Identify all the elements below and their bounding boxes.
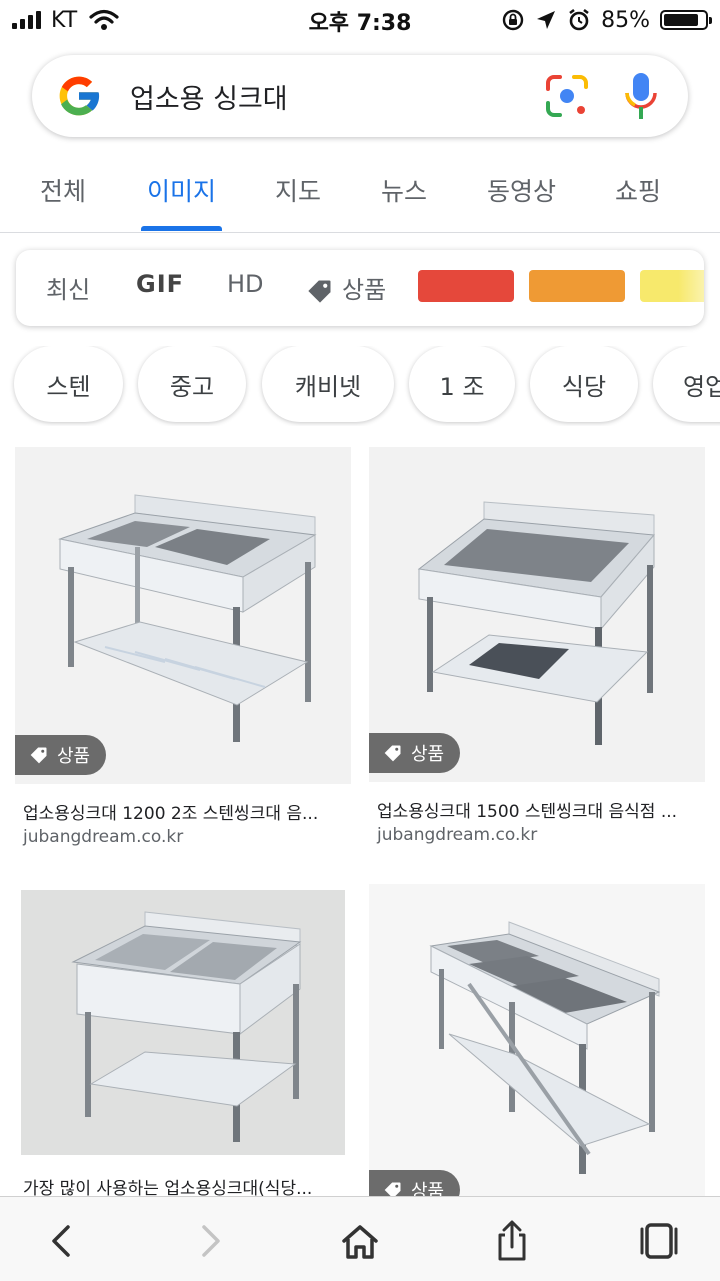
browser-toolbar [0, 1196, 720, 1281]
status-bar: KT 오후 7:38 85% [0, 0, 720, 40]
result-source[interactable]: jubangdream.co.kr [377, 825, 537, 845]
tab-all[interactable]: 전체 [40, 172, 86, 208]
google-logo-icon[interactable] [54, 71, 104, 121]
filter-hd[interactable]: HD [227, 270, 264, 298]
triple-sink-image [369, 884, 705, 1196]
active-tab-indicator [141, 226, 222, 231]
alarm-icon [569, 8, 589, 31]
search-tabs: 전체 이미지 지도 뉴스 동영상 쇼핑 [0, 150, 720, 233]
battery-percent: 85% [601, 7, 650, 33]
filter-product-label: 상품 [342, 276, 387, 304]
product-badge: 상품 [369, 733, 461, 773]
filter-recent[interactable]: 최신 [46, 270, 90, 305]
search-query-input[interactable]: 업소용 싱크대 [130, 77, 288, 116]
home-icon[interactable] [338, 1219, 382, 1263]
image-filter-bar: 최신 GIF HD 상품 [16, 250, 704, 326]
tag-icon [30, 747, 47, 764]
tag-icon [308, 280, 331, 303]
location-icon [537, 11, 556, 29]
chip-used[interactable]: 중고 [138, 346, 246, 422]
filter-product[interactable]: 상품 [306, 270, 386, 305]
image-result-card[interactable]: 상품 업소용싱크대 1500 스텐씽크대 음식점 ... jubangdream… [369, 447, 705, 857]
cabinet-sink-image [15, 884, 351, 1161]
orientation-lock-icon [502, 9, 524, 31]
share-icon[interactable] [490, 1219, 534, 1263]
image-result-card[interactable]: 상품 [369, 884, 705, 1210]
tab-images[interactable]: 이미지 [147, 172, 216, 208]
image-result-card[interactable]: 상품 업소용싱크대 1200 2조 스텐씽크대 음... jubangdream… [15, 447, 351, 857]
suggestion-chips: 스텐 중고 캐비넷 1 조 식당 영업 [0, 346, 720, 426]
product-badge: 상품 [15, 735, 107, 775]
chip-business[interactable]: 영업 [653, 346, 720, 422]
result-image[interactable] [15, 447, 351, 784]
result-title[interactable]: 업소용싱크대 1500 스텐씽크대 음식점 ... [377, 797, 697, 822]
tab-shopping[interactable]: 쇼핑 [615, 172, 661, 208]
chip-stainless[interactable]: 스텐 [14, 346, 123, 422]
microphone-icon[interactable] [624, 71, 658, 121]
battery-icon [660, 10, 712, 30]
google-lens-icon[interactable] [544, 73, 590, 119]
product-badge-label: 상품 [57, 746, 91, 767]
product-badge-label: 상품 [411, 744, 445, 765]
tab-videos[interactable]: 동영상 [487, 172, 556, 208]
double-sink-image [15, 447, 351, 784]
image-result-card[interactable]: 가장 많이 사용하는 업소용싱크대(식당... [15, 884, 351, 1199]
chip-cabinet[interactable]: 캐비넷 [262, 346, 394, 422]
result-image[interactable] [369, 884, 705, 1196]
tag-icon [384, 745, 401, 762]
color-swatch-red[interactable] [418, 270, 514, 302]
result-source[interactable]: jubangdream.co.kr [23, 827, 183, 847]
tab-maps[interactable]: 지도 [275, 172, 321, 208]
single-sink-image [369, 447, 705, 782]
forward-icon[interactable] [188, 1219, 232, 1263]
tabs-icon[interactable] [637, 1219, 681, 1263]
color-swatch-orange[interactable] [529, 270, 625, 302]
result-image[interactable] [15, 884, 351, 1161]
chip-restaurant[interactable]: 식당 [530, 346, 638, 422]
result-image[interactable] [369, 447, 705, 782]
tab-news[interactable]: 뉴스 [381, 172, 427, 208]
search-box[interactable]: 업소용 싱크대 [32, 55, 688, 137]
chip-one-basin[interactable]: 1 조 [409, 346, 515, 422]
color-swatch-yellow[interactable] [640, 270, 704, 302]
result-title[interactable]: 업소용싱크대 1200 2조 스텐씽크대 음... [23, 799, 343, 824]
back-icon[interactable] [40, 1219, 84, 1263]
filter-gif[interactable]: GIF [136, 270, 184, 298]
